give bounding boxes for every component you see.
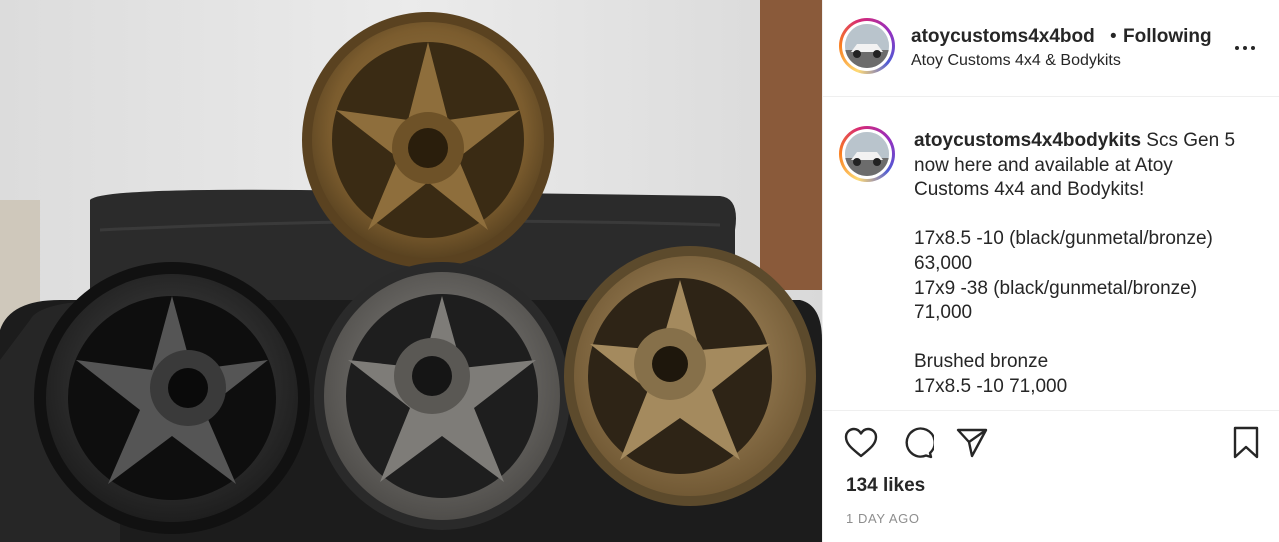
likes-count[interactable]: 134 likes <box>846 475 925 497</box>
location-link[interactable]: Atoy Customs 4x4 & Bodykits <box>911 52 1121 70</box>
black-wheel <box>34 262 310 534</box>
caption-body: Scs Gen 5 now here and available at Atoy… <box>914 130 1236 397</box>
gunmetal-wheel <box>314 262 570 530</box>
avatar[interactable] <box>839 18 895 74</box>
caption-text: atoycustoms4x4bodykits Scs Gen 5 now her… <box>914 129 1264 400</box>
post-image[interactable] <box>0 0 822 542</box>
separator-dot: • <box>1110 26 1117 47</box>
bookmark-icon[interactable] <box>1228 425 1264 461</box>
brushed-bronze-wheel <box>564 246 816 506</box>
more-options-icon[interactable] <box>1231 38 1259 58</box>
post-timestamp[interactable]: 1 DAY AGO <box>846 511 920 526</box>
post-header: atoycustoms4x4bod • Following Atoy Custo… <box>823 0 1279 97</box>
post-sidebar: atoycustoms4x4bod • Following Atoy Custo… <box>822 0 1279 542</box>
avatar-image <box>845 132 889 176</box>
header-username[interactable]: atoycustoms4x4bod <box>911 26 1095 48</box>
caption-username[interactable]: atoycustoms4x4bodykits <box>914 130 1141 151</box>
caption-section: atoycustoms4x4bodykits Scs Gen 5 now her… <box>823 98 1279 410</box>
following-button[interactable]: Following <box>1123 26 1212 48</box>
avatar-image <box>845 24 889 68</box>
paper-plane-icon[interactable] <box>954 425 990 461</box>
action-bar: 134 likes 1 DAY AGO <box>823 410 1279 542</box>
bronze-wheel <box>302 12 554 268</box>
caption-avatar[interactable] <box>839 126 895 182</box>
post-photo <box>0 0 822 542</box>
comment-icon[interactable] <box>899 425 935 461</box>
heart-icon[interactable] <box>843 425 879 461</box>
